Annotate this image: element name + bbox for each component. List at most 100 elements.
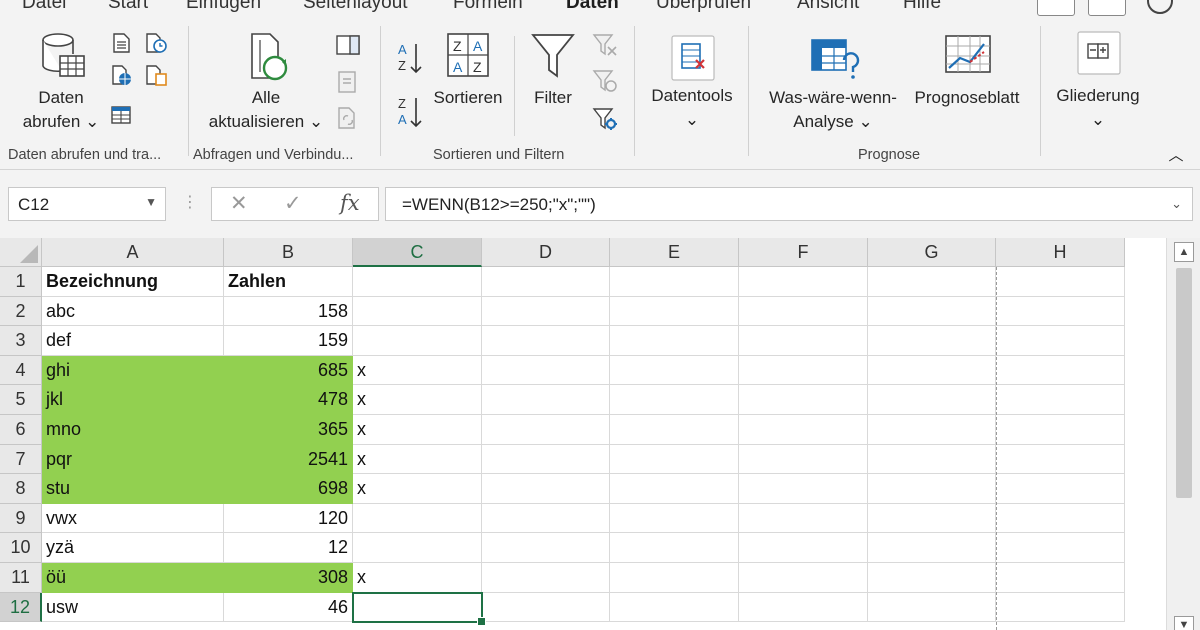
- cell-h7[interactable]: [996, 444, 1125, 475]
- tab-start[interactable]: Start: [108, 0, 148, 14]
- formula-input[interactable]: =WENN(B12>=250;"x";"") ⌄: [385, 187, 1193, 221]
- row-header-5[interactable]: 5: [0, 385, 42, 415]
- scroll-up-icon[interactable]: ▲: [1174, 242, 1194, 262]
- advanced-filter-icon[interactable]: [592, 106, 617, 130]
- cell-b11[interactable]: 308: [224, 563, 353, 593]
- cell-b8[interactable]: 698: [224, 474, 353, 504]
- data-tools-button[interactable]: Datentools ⌄: [642, 84, 742, 132]
- cell-a11[interactable]: öü: [42, 563, 224, 593]
- cell-b1[interactable]: Zahlen: [224, 267, 353, 297]
- cell-a12[interactable]: usw: [42, 592, 224, 623]
- cell-d8[interactable]: [482, 474, 610, 504]
- cell-a2[interactable]: abc: [42, 296, 224, 327]
- existing-connections-icon[interactable]: [144, 64, 167, 86]
- data-tools-icon[interactable]: [670, 34, 716, 82]
- scroll-down-icon[interactable]: ▼: [1174, 616, 1194, 630]
- cell-h8[interactable]: [996, 474, 1125, 504]
- cell-h10[interactable]: [996, 533, 1125, 563]
- name-box[interactable]: C12 ▼: [8, 187, 166, 221]
- cell-c4[interactable]: x: [353, 355, 482, 386]
- cell-h11[interactable]: [996, 563, 1125, 593]
- cell-a1[interactable]: Bezeichnung: [42, 267, 224, 297]
- cell-c7[interactable]: x: [353, 444, 482, 475]
- cell-f3[interactable]: [739, 326, 868, 356]
- cell-g10[interactable]: [868, 533, 996, 563]
- cell-d3[interactable]: [482, 326, 610, 356]
- row-header-6[interactable]: 6: [0, 415, 42, 445]
- forecast-sheet-icon[interactable]: [944, 34, 992, 78]
- cell-h12[interactable]: [996, 592, 1125, 623]
- cell-h5[interactable]: [996, 385, 1125, 415]
- cell-d10[interactable]: [482, 533, 610, 563]
- outline-button[interactable]: Gliederung ⌄: [1048, 84, 1148, 132]
- cell-g6[interactable]: [868, 415, 996, 445]
- chevron-down-icon[interactable]: ▼: [145, 195, 157, 209]
- cell-h3[interactable]: [996, 326, 1125, 356]
- get-data-button[interactable]: Daten abrufen ⌄: [16, 86, 106, 134]
- cell-b9[interactable]: 120: [224, 503, 353, 534]
- share-button[interactable]: [1037, 0, 1075, 16]
- column-header-c[interactable]: C: [353, 238, 482, 267]
- cell-b3[interactable]: 159: [224, 326, 353, 356]
- cell-a10[interactable]: yzä: [42, 533, 224, 563]
- feedback-icon[interactable]: [1147, 0, 1173, 14]
- column-header-e[interactable]: E: [610, 238, 739, 267]
- cell-f4[interactable]: [739, 355, 868, 386]
- row-header-9[interactable]: 9: [0, 503, 42, 534]
- cell-b7[interactable]: 2541: [224, 444, 353, 475]
- cell-c6[interactable]: x: [353, 415, 482, 445]
- cell-e7[interactable]: [610, 444, 739, 475]
- queries-connections-icon[interactable]: [336, 34, 360, 56]
- cell-f11[interactable]: [739, 563, 868, 593]
- tab-ansicht[interactable]: Ansicht: [797, 0, 859, 14]
- row-header-7[interactable]: 7: [0, 444, 42, 475]
- cell-h1[interactable]: [996, 267, 1125, 297]
- present-button[interactable]: [1088, 0, 1126, 16]
- cell-g12[interactable]: [868, 592, 996, 623]
- cell-e11[interactable]: [610, 563, 739, 593]
- tab-einfuegen[interactable]: Einfügen: [186, 0, 261, 14]
- edit-links-icon[interactable]: [336, 106, 358, 129]
- cell-a3[interactable]: def: [42, 326, 224, 356]
- cell-a7[interactable]: pqr: [42, 444, 224, 475]
- cell-a4[interactable]: ghi: [42, 355, 224, 386]
- cell-b4[interactable]: 685: [224, 355, 353, 386]
- insert-function-icon[interactable]: fx: [340, 191, 360, 215]
- cell-c8[interactable]: x: [353, 474, 482, 504]
- tab-seitenlayout[interactable]: Seitenlayout: [303, 0, 408, 14]
- from-table-icon[interactable]: [110, 104, 132, 126]
- outline-icon[interactable]: [1076, 30, 1122, 76]
- sort-dialog-icon[interactable]: ZAAZ: [446, 32, 490, 78]
- cell-c10[interactable]: [353, 533, 482, 563]
- cell-g8[interactable]: [868, 474, 996, 504]
- row-header-1[interactable]: 1: [0, 267, 42, 297]
- cell-f10[interactable]: [739, 533, 868, 563]
- cell-a6[interactable]: mno: [42, 415, 224, 445]
- cell-d4[interactable]: [482, 355, 610, 386]
- sort-button[interactable]: Sortieren: [428, 86, 508, 110]
- column-header-d[interactable]: D: [482, 238, 610, 267]
- refresh-all-icon[interactable]: [246, 32, 292, 84]
- cell-h4[interactable]: [996, 355, 1125, 386]
- cell-h6[interactable]: [996, 415, 1125, 445]
- column-header-f[interactable]: F: [739, 238, 868, 267]
- cell-e12[interactable]: [610, 592, 739, 623]
- what-if-button[interactable]: Was-wäre-wenn- Analyse ⌄: [758, 86, 908, 134]
- from-text-icon[interactable]: [110, 32, 132, 54]
- cell-g5[interactable]: [868, 385, 996, 415]
- cell-e3[interactable]: [610, 326, 739, 356]
- sort-az-icon[interactable]: AZ: [396, 40, 426, 80]
- row-header-12[interactable]: 12: [0, 592, 42, 623]
- cell-b12[interactable]: 46: [224, 592, 353, 623]
- tab-formeln[interactable]: Formeln: [453, 0, 523, 14]
- tab-daten[interactable]: Daten: [566, 0, 619, 14]
- cell-b6[interactable]: 365: [224, 415, 353, 445]
- cell-c1[interactable]: [353, 267, 482, 297]
- cell-e8[interactable]: [610, 474, 739, 504]
- column-header-g[interactable]: G: [868, 238, 996, 267]
- cell-f1[interactable]: [739, 267, 868, 297]
- cancel-icon[interactable]: ✕: [230, 191, 248, 216]
- filter-icon[interactable]: [530, 32, 576, 80]
- cell-e1[interactable]: [610, 267, 739, 297]
- drag-handle-icon[interactable]: ⋮: [182, 192, 198, 212]
